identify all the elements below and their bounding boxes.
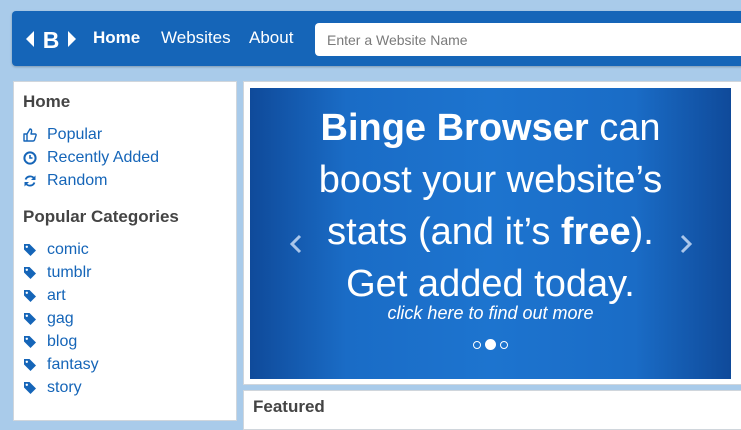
sidebar-item-label: Recently Added [47,149,160,166]
chevron-left-icon [289,234,302,254]
website-search-input[interactable] [315,23,741,56]
tag-icon [23,358,37,372]
nav-websites-link[interactable]: Websites [161,28,231,48]
clock-icon [23,151,37,165]
category-item-blog[interactable]: blog [23,332,77,352]
sidebar: Home Popular Recently Added Random Popul… [13,81,237,421]
promo-headline: Binge Browser can boost your website’s s… [318,107,663,305]
tag-icon [23,381,37,395]
carousel-dot-3[interactable] [500,340,508,349]
category-label: comic [47,241,89,258]
chevron-right-icon [680,234,693,254]
sidebar-item-label: Popular [47,126,103,143]
category-item-fantasy[interactable]: fantasy [23,355,99,375]
promo-brand: Binge Browser [320,107,589,149]
promo-cta-link[interactable]: click here to find out more [250,303,731,324]
category-label: fantasy [47,356,99,373]
tag-icon [23,243,37,257]
logo-letter: B [43,27,60,51]
sidebar-item-recently-added[interactable]: Recently Added [23,148,159,168]
tag-icon [23,312,37,326]
sidebar-item-popular[interactable]: Popular [23,125,102,145]
thumbs-up-icon [23,128,37,142]
category-item-comic[interactable]: comic [23,240,89,260]
category-label: story [47,379,82,396]
carousel-indicators [250,339,731,350]
category-label: gag [47,310,74,327]
tag-icon [23,289,37,303]
promo-carousel-panel: Binge Browser can boost your website’s s… [243,81,741,385]
refresh-icon [23,174,37,188]
nav-about-link[interactable]: About [249,28,293,48]
featured-heading: Featured [253,397,325,416]
sidebar-categories-heading: Popular Categories [23,207,179,226]
carousel-prev-button[interactable] [286,232,306,256]
carousel-dot-2[interactable] [485,339,496,350]
featured-panel: Featured [243,390,741,430]
sidebar-item-label: Random [47,172,108,189]
category-label: tumblr [47,264,92,281]
category-item-story[interactable]: story [23,378,82,398]
sidebar-home-heading: Home [23,92,71,111]
category-label: art [47,287,66,304]
category-item-gag[interactable]: gag [23,309,74,329]
category-label: blog [47,333,78,350]
category-item-tumblr[interactable]: tumblr [23,263,91,283]
nav-home-link[interactable]: Home [93,28,140,48]
carousel-dot-1[interactable] [473,340,481,349]
promo-carousel[interactable]: Binge Browser can boost your website’s s… [250,88,731,379]
tag-icon [23,335,37,349]
carousel-next-button[interactable] [676,232,696,256]
top-navbar: B Home Websites About [12,11,741,66]
tag-icon [23,266,37,280]
sidebar-item-random[interactable]: Random [23,171,107,191]
category-item-art[interactable]: art [23,286,66,306]
binge-browser-logo[interactable]: B [26,27,76,51]
